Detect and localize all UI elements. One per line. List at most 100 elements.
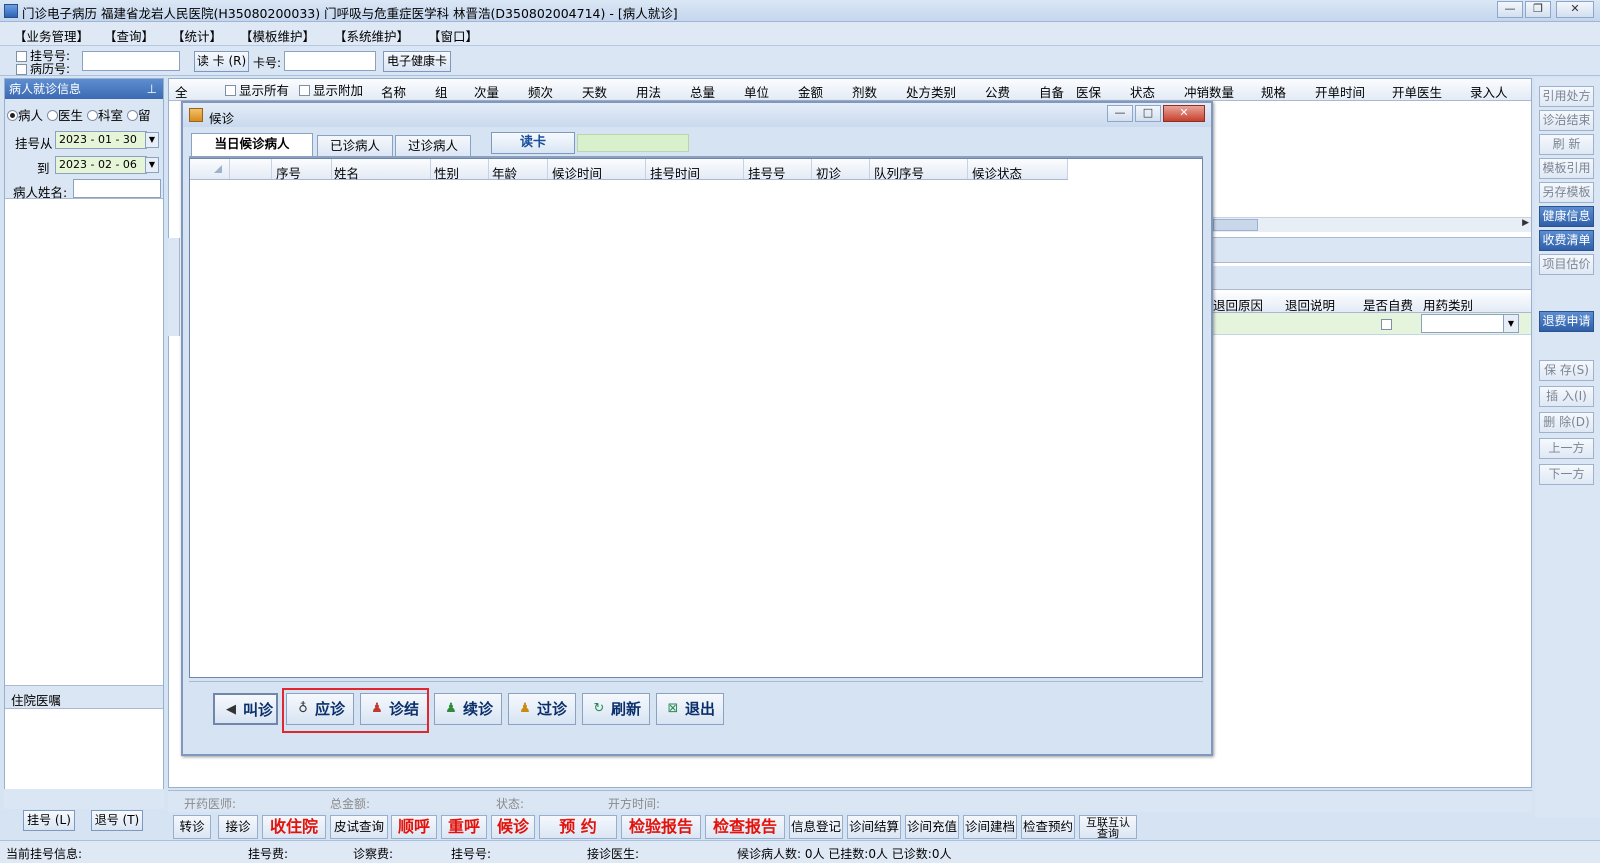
radio-dept[interactable] xyxy=(87,110,98,121)
select-all-label[interactable]: 全 xyxy=(175,82,188,101)
col-gender[interactable]: 性别 xyxy=(434,163,459,182)
radio-doctor[interactable] xyxy=(47,110,58,121)
close-icon[interactable]: ✕ xyxy=(1163,105,1205,122)
card-info-field[interactable] xyxy=(577,134,689,152)
col-wait-status[interactable]: 候诊状态 xyxy=(972,163,1022,182)
col-frequency[interactable]: 频次 xyxy=(528,82,553,101)
col-self-pay[interactable]: 是否自费 xyxy=(1363,295,1413,314)
clinic-recharge-button[interactable]: 诊间充值 xyxy=(905,815,959,839)
close-icon[interactable]: ✕ xyxy=(1556,1,1594,18)
horizontal-scrollbar[interactable]: ▶ xyxy=(1213,217,1531,232)
col-status[interactable]: 状态 xyxy=(1130,82,1155,101)
unregister-button[interactable]: 退号 (T) xyxy=(91,810,143,831)
col-amount[interactable]: 金额 xyxy=(798,82,823,101)
col-spec[interactable]: 规格 xyxy=(1261,82,1286,101)
menu-system[interactable]: 【系统维护】 xyxy=(334,26,409,45)
chevron-down-icon[interactable]: ▼ xyxy=(1503,315,1518,332)
prev-rx-button[interactable]: 上一方 xyxy=(1539,438,1594,459)
maximize-icon[interactable]: □ xyxy=(1135,105,1161,122)
lab-report-button[interactable]: 检验报告 xyxy=(621,815,701,839)
show-all-checkbox[interactable] xyxy=(225,85,236,96)
col-reg-time[interactable]: 挂号时间 xyxy=(650,163,700,182)
refund-request-button[interactable]: 退费申请 xyxy=(1539,311,1594,332)
col-open-time[interactable]: 开单时间 xyxy=(1315,82,1365,101)
self-pay-checkbox[interactable] xyxy=(1381,319,1392,330)
exam-booking-button[interactable]: 检查预约 xyxy=(1021,815,1075,839)
col-insurance[interactable]: 医保 xyxy=(1076,82,1101,101)
col-entered-by[interactable]: 录入人 xyxy=(1470,82,1508,101)
transfer-button[interactable]: 转诊 xyxy=(173,815,211,839)
col-return-note[interactable]: 退回说明 xyxy=(1285,295,1335,314)
read-card-button[interactable]: 读 卡 (R) xyxy=(194,51,249,72)
mutual-recognition-query-button[interactable]: 互联互认 查询 xyxy=(1079,815,1137,839)
menu-query[interactable]: 【查询】 xyxy=(104,26,154,45)
item-estimate-button[interactable]: 项目估价 xyxy=(1539,254,1594,275)
radio-patient[interactable] xyxy=(7,110,18,121)
col-name[interactable]: 姓名 xyxy=(334,163,359,182)
next-rx-button[interactable]: 下一方 xyxy=(1539,464,1594,485)
col-reg-no[interactable]: 挂号号 xyxy=(748,163,786,182)
health-card-button[interactable]: 电子健康卡 xyxy=(383,51,451,72)
appointment-button[interactable]: 预 约 xyxy=(539,815,617,839)
minimize-icon[interactable]: — xyxy=(1497,1,1523,18)
col-rx-type[interactable]: 处方类别 xyxy=(906,82,956,101)
skin-test-query-button[interactable]: 皮试查询 xyxy=(330,815,388,839)
save-button[interactable]: 保 存(S) xyxy=(1539,360,1594,381)
col-public[interactable]: 公费 xyxy=(985,82,1010,101)
refresh-button[interactable]: 刷 新 xyxy=(1539,134,1594,155)
col-doses[interactable]: 剂数 xyxy=(852,82,877,101)
tab-seen-patients[interactable]: 已诊病人 xyxy=(317,135,393,157)
register-button[interactable]: 挂号 (L) xyxy=(23,810,75,831)
admit-button[interactable]: 收住院 xyxy=(262,815,326,839)
card-no-input[interactable] xyxy=(284,51,376,71)
menu-window[interactable]: 【窗口】 xyxy=(428,26,478,45)
col-first-visit[interactable]: 初诊 xyxy=(816,163,841,182)
col-seq[interactable]: 序号 xyxy=(276,163,301,182)
col-age[interactable]: 年龄 xyxy=(492,163,517,182)
table-row[interactable]: ▼ xyxy=(1213,313,1531,335)
fee-list-button[interactable]: 收费清单 xyxy=(1539,230,1594,251)
date-to-input[interactable]: 2023 - 02 - 06 xyxy=(55,156,147,174)
chevron-down-icon[interactable]: ▼ xyxy=(145,157,159,173)
clinic-file-button[interactable]: 诊间建档 xyxy=(963,815,1017,839)
col-queue-no[interactable]: 队列序号 xyxy=(874,163,924,182)
recall-button[interactable]: 重呼 xyxy=(441,815,487,839)
show-extra-checkbox[interactable] xyxy=(299,85,310,96)
continue-visit-button[interactable]: ♟ 续诊 xyxy=(434,693,502,725)
skip-visit-button[interactable]: ♟ 过诊 xyxy=(508,693,576,725)
read-card-button[interactable]: 读卡 xyxy=(491,132,575,154)
reg-no-input[interactable] xyxy=(82,51,180,71)
tab-today-waiting[interactable]: 当日候诊病人 xyxy=(191,133,313,157)
col-writeoff[interactable]: 冲销数量 xyxy=(1184,82,1234,101)
scroll-right-icon[interactable]: ▶ xyxy=(1522,218,1529,228)
minimize-icon[interactable]: — xyxy=(1107,105,1133,122)
exam-report-button[interactable]: 检查报告 xyxy=(705,815,785,839)
patient-name-input[interactable] xyxy=(73,179,161,198)
col-group[interactable]: 组 xyxy=(435,82,448,101)
col-drug-type[interactable]: 用药类别 xyxy=(1423,295,1473,314)
clinic-settle-button[interactable]: 诊间结算 xyxy=(847,815,901,839)
receive-button[interactable]: 接诊 xyxy=(218,815,258,839)
save-template-button[interactable]: 另存模板 xyxy=(1539,182,1594,203)
exit-button[interactable]: ⊠ 退出 xyxy=(656,693,724,725)
col-total[interactable]: 总量 xyxy=(690,82,715,101)
col-name[interactable]: 名称 xyxy=(381,82,406,101)
col-dose[interactable]: 次量 xyxy=(474,82,499,101)
delete-button[interactable]: 删 除(D) xyxy=(1539,412,1594,433)
col-self[interactable]: 自备 xyxy=(1039,82,1064,101)
radio-stay[interactable] xyxy=(127,110,138,121)
refresh-button[interactable]: ↻ 刷新 xyxy=(582,693,650,725)
col-usage[interactable]: 用法 xyxy=(636,82,661,101)
waiting-button[interactable]: 候诊 xyxy=(491,815,535,839)
col-open-doctor[interactable]: 开单医生 xyxy=(1392,82,1442,101)
template-cite-button[interactable]: 模板引用 xyxy=(1539,158,1594,179)
reg-no-checkbox[interactable] xyxy=(16,51,27,62)
finish-treatment-button[interactable]: 诊治结束 xyxy=(1539,110,1594,131)
call-button[interactable]: ◀ 叫诊 xyxy=(213,693,278,725)
info-register-button[interactable]: 信息登记 xyxy=(789,815,843,839)
col-unit[interactable]: 单位 xyxy=(744,82,769,101)
col-days[interactable]: 天数 xyxy=(582,82,607,101)
tab-missed-patients[interactable]: 过诊病人 xyxy=(395,135,471,157)
chevron-down-icon[interactable]: ▼ xyxy=(145,132,159,148)
menu-stats[interactable]: 【统计】 xyxy=(172,26,222,45)
